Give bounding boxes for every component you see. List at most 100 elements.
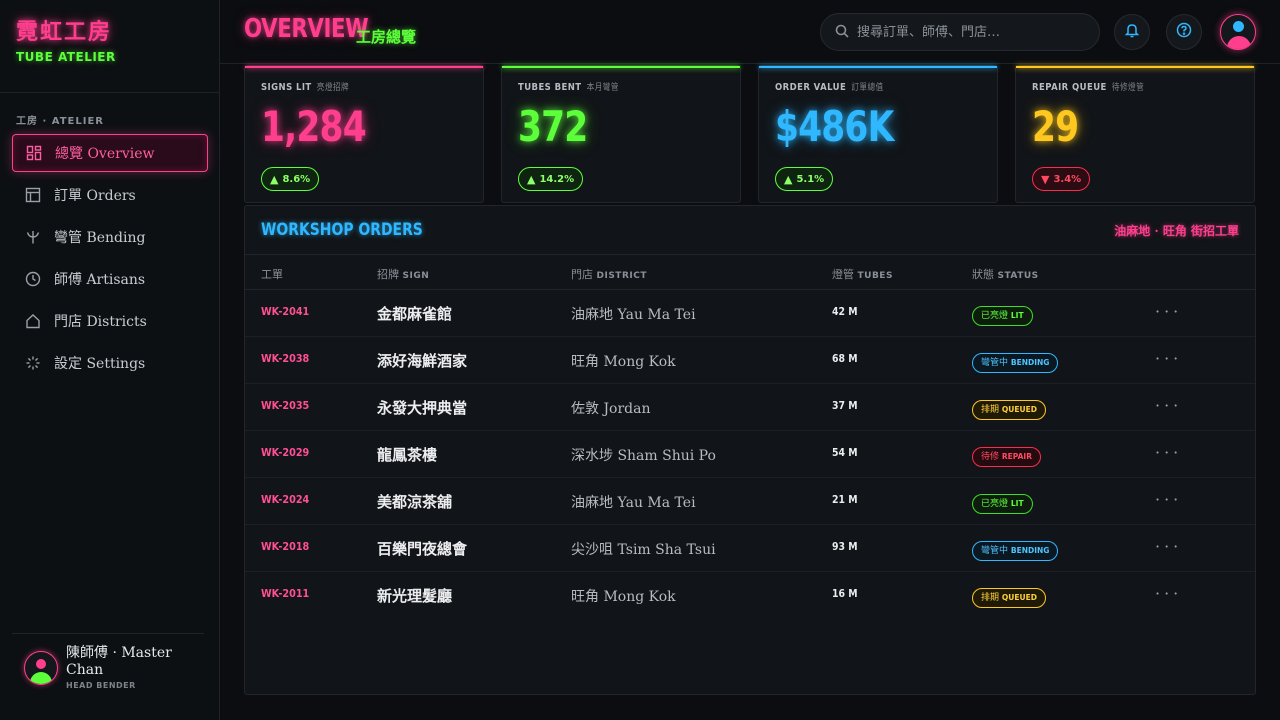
sidebar-item-bending[interactable]: 彎管 Bending — [12, 218, 208, 256]
tube-length: 54 M — [832, 446, 858, 459]
district: 旺角 Mong Kok — [571, 354, 676, 370]
sidebar-item-label: 彎管 Bending — [54, 230, 146, 246]
home-icon — [24, 312, 42, 330]
order-id[interactable]: WK-2041 — [261, 305, 309, 318]
column-header-tubes[interactable]: 燈管 TUBES — [832, 266, 893, 282]
district: 深水埗 Sham Shui Po — [571, 448, 716, 464]
order-id[interactable]: WK-2018 — [261, 540, 309, 553]
kpi-value: $486K — [775, 102, 894, 151]
status-badge: 待修 REPAIR — [972, 447, 1041, 467]
bell-icon — [1124, 22, 1140, 42]
status-badge: 已亮燈 LIT — [972, 306, 1033, 326]
sign-name: 美都涼茶舖 — [377, 493, 453, 511]
status-badge: 排期 QUEUED — [972, 400, 1046, 420]
sidebar-item-settings[interactable]: 設定 Settings — [12, 344, 208, 382]
sign-name: 龍鳳茶樓 — [377, 446, 438, 464]
arrow-up-icon: ▲ — [270, 172, 279, 186]
sidebar-item-overview[interactable]: 總覽 Overview — [12, 134, 208, 172]
kpi-card-repair-queue: REPAIR QUEUE 待修燈管 29 ▼ 3.4% — [1015, 65, 1255, 203]
brand-logo[interactable]: 霓虹工房 TUBE ATELIER — [16, 14, 116, 64]
status-badge: 已亮燈 LIT — [972, 494, 1033, 514]
more-icon[interactable]: ··· — [1155, 537, 1182, 556]
sign-name: 金都麻雀館 — [377, 305, 453, 323]
more-icon[interactable]: ··· — [1155, 584, 1182, 603]
more-icon[interactable]: ··· — [1155, 396, 1182, 415]
sidebar-item-label: 訂單 Orders — [54, 188, 136, 204]
kpi-value: 1,284 — [261, 102, 367, 151]
search-bar[interactable] — [820, 13, 1100, 51]
settings-icon — [24, 354, 42, 372]
panel-note: 油麻地 · 旺角 街招工單 — [1114, 224, 1239, 238]
order-id[interactable]: WK-2011 — [261, 587, 309, 600]
sidebar: 霓虹工房 TUBE ATELIER 工房 · ATELIER 總覽 Overvi… — [0, 0, 220, 720]
table-row[interactable]: WK-2035 永發大押典當 佐敦 Jordan 37 M 排期 QUEUED … — [245, 384, 1255, 431]
column-header-id[interactable]: 工單 — [261, 266, 283, 282]
clock-icon — [24, 270, 42, 288]
user-name: 陳師傅 · Master Chan — [66, 645, 172, 678]
column-header-status[interactable]: 狀態 STATUS — [972, 266, 1039, 282]
sidebar-item-districts[interactable]: 門店 Districts — [12, 302, 208, 340]
help-icon — [1176, 22, 1192, 42]
kpi-label: SIGNS LIT 亮燈招牌 — [261, 82, 350, 93]
search-input[interactable] — [857, 24, 1087, 40]
brand-name-cn: 霓虹工房 — [16, 19, 113, 45]
district: 佐敦 Jordan — [571, 401, 651, 417]
table-row[interactable]: WK-2041 金都麻雀館 油麻地 Yau Ma Tei 42 M 已亮燈 LI… — [245, 290, 1255, 337]
arrow-up-icon: ▲ — [527, 172, 536, 186]
avatar — [24, 651, 58, 685]
account-avatar[interactable] — [1220, 14, 1256, 50]
sign-name: 添好海鮮酒家 — [377, 352, 468, 370]
main-content: OVERVIEW 工房總覽 SIGNS LIT亮燈招牌 1,284 ▲8.6% — [220, 0, 1280, 720]
table-row[interactable]: WK-2029 龍鳳茶樓 深水埗 Sham Shui Po 54 M 待修 RE… — [245, 431, 1255, 478]
kpi-label: ORDER VALUE 訂單總值 — [775, 82, 884, 93]
sidebar-item-orders[interactable]: 訂單 Orders — [12, 176, 208, 214]
sidebar-nav: 總覽 Overview 訂單 Orders 彎管 Bending 師傅 Arti… — [12, 134, 208, 386]
bending-icon — [24, 228, 42, 246]
search-icon — [835, 23, 849, 42]
order-id[interactable]: WK-2024 — [261, 493, 309, 506]
tube-length: 68 M — [832, 352, 858, 365]
status-badge: 彎管中 BENDING — [972, 353, 1059, 373]
notifications-button[interactable] — [1114, 14, 1150, 50]
table-row[interactable]: WK-2038 添好海鮮酒家 旺角 Mong Kok 68 M 彎管中 BEND… — [245, 337, 1255, 384]
table-row[interactable]: WK-2024 美都涼茶舖 油麻地 Yau Ma Tei 21 M 已亮燈 LI… — [245, 478, 1255, 525]
page-title: OVERVIEW — [244, 14, 369, 44]
sidebar-item-label: 師傅 Artisans — [54, 272, 146, 288]
kpi-change-badge: ▲ 5.1% — [775, 167, 834, 191]
column-header-sign[interactable]: 招牌 SIGN — [377, 266, 429, 282]
order-id[interactable]: WK-2029 — [261, 446, 309, 459]
more-icon[interactable]: ··· — [1155, 443, 1182, 462]
sign-name: 百樂門夜總會 — [377, 540, 468, 558]
column-header-district[interactable]: 門店 DISTRICT — [571, 266, 647, 282]
arrow-down-icon: ▼ — [1041, 172, 1050, 186]
arrow-up-icon: ▲ — [784, 172, 793, 186]
kpi-card-order-value: ORDER VALUE 訂單總值 $486K ▲ 5.1% — [758, 65, 998, 203]
more-icon[interactable]: ··· — [1155, 302, 1182, 321]
district: 油麻地 Yau Ma Tei — [571, 307, 696, 323]
status-badge: 彎管中 BENDING — [972, 541, 1059, 561]
table-row[interactable]: WK-2018 百樂門夜總會 尖沙咀 Tsim Sha Tsui 93 M 彎管… — [245, 525, 1255, 572]
table-row[interactable]: WK-2011 新光理髮廳 旺角 Mong Kok 16 M 排期 QUEUED… — [245, 572, 1255, 619]
more-icon[interactable]: ··· — [1155, 490, 1182, 509]
sidebar-item-label: 總覽 Overview — [55, 146, 155, 162]
kpi-card-tubes-bent: TUBES BENT 本月彎管 372 ▲ 14.2% — [501, 65, 741, 203]
status-badge: 排期 QUEUED — [972, 588, 1046, 608]
brand-name-en: TUBE ATELIER — [16, 50, 116, 64]
orders-table-body: WK-2041 金都麻雀館 油麻地 Yau Ma Tei 42 M 已亮燈 LI… — [245, 290, 1255, 619]
kpi-change-badge: ▲ 8.6% — [261, 167, 320, 191]
more-icon[interactable]: ··· — [1155, 349, 1182, 368]
sidebar-item-artisans[interactable]: 師傅 Artisans — [12, 260, 208, 298]
district: 旺角 Mong Kok — [571, 589, 676, 605]
district: 油麻地 Yau Ma Tei — [571, 495, 696, 511]
order-id[interactable]: WK-2038 — [261, 352, 309, 365]
district: 尖沙咀 Tsim Sha Tsui — [571, 542, 716, 558]
sidebar-item-label: 設定 Settings — [54, 356, 146, 372]
orders-icon — [24, 186, 42, 204]
panel-title: WORKSHOP ORDERS — [261, 220, 423, 240]
user-divider — [12, 633, 204, 634]
order-id[interactable]: WK-2035 — [261, 399, 309, 412]
tube-length: 37 M — [832, 399, 858, 412]
kpi-card-signs-lit: SIGNS LIT 亮燈招牌 1,284 ▲ 8.6% — [244, 65, 484, 203]
user-profile[interactable]: 陳師傅 · Master Chan HEAD BENDER — [24, 645, 186, 690]
help-button[interactable] — [1166, 14, 1202, 50]
